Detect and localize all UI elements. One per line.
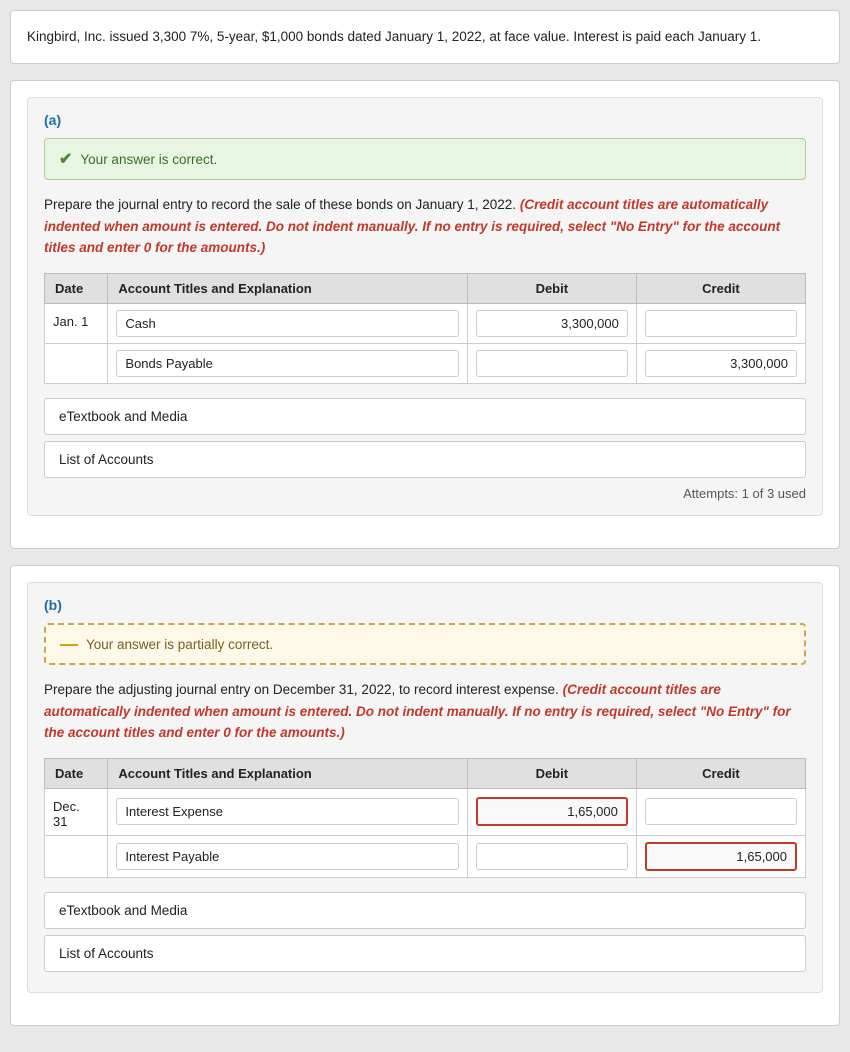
col-header-date-a: Date <box>45 274 108 304</box>
table-row: Dec.31 <box>45 788 806 835</box>
account2-cell-b <box>108 835 467 877</box>
account1-cell-a <box>108 304 467 344</box>
col-header-account-a: Account Titles and Explanation <box>108 274 467 304</box>
account1-input-a[interactable] <box>116 310 458 337</box>
section-a-label: (a) <box>44 112 806 128</box>
col-header-debit-a: Debit <box>467 274 636 304</box>
credit1-cell-b <box>636 788 805 835</box>
col-header-credit-a: Credit <box>636 274 805 304</box>
minus-icon: — <box>60 635 78 653</box>
list-of-accounts-button-a[interactable]: List of Accounts <box>44 441 806 478</box>
credit1-input-b[interactable] <box>645 798 797 825</box>
section-a-card: (a) ✔ Your answer is correct. Prepare th… <box>10 80 840 549</box>
credit1-input-a[interactable] <box>645 310 797 337</box>
account1-cell-b <box>108 788 467 835</box>
etextbook-button-b[interactable]: eTextbook and Media <box>44 892 806 929</box>
table-row <box>45 344 806 384</box>
instruction-plain-b: Prepare the adjusting journal entry on D… <box>44 682 559 697</box>
credit1-cell-a <box>636 304 805 344</box>
col-header-date-b: Date <box>45 758 108 788</box>
debit1-cell-a <box>467 304 636 344</box>
check-icon: ✔ <box>59 149 72 169</box>
date-cell-a: Jan. 1 <box>45 304 108 344</box>
date-cell-a2 <box>45 344 108 384</box>
debit1-cell-b <box>467 788 636 835</box>
col-header-credit-b: Credit <box>636 758 805 788</box>
section-b-content: (b) — Your answer is partially correct. … <box>27 582 823 993</box>
date-cell-b: Dec.31 <box>45 788 108 835</box>
etextbook-button-a[interactable]: eTextbook and Media <box>44 398 806 435</box>
col-header-account-b: Account Titles and Explanation <box>108 758 467 788</box>
credit2-input-a[interactable] <box>645 350 797 377</box>
section-a-instruction: Prepare the journal entry to record the … <box>44 194 806 259</box>
table-row <box>45 835 806 877</box>
debit1-input-b[interactable] <box>476 797 628 826</box>
table-row: Jan. 1 <box>45 304 806 344</box>
col-header-debit-b: Debit <box>467 758 636 788</box>
debit2-cell-a <box>467 344 636 384</box>
credit2-cell-a <box>636 344 805 384</box>
list-of-accounts-button-b[interactable]: List of Accounts <box>44 935 806 972</box>
problem-description: Kingbird, Inc. issued 3,300 7%, 5-year, … <box>27 27 823 47</box>
debit2-cell-b <box>467 835 636 877</box>
section-b-instruction: Prepare the adjusting journal entry on D… <box>44 679 806 744</box>
credit2-input-b[interactable] <box>645 842 797 871</box>
journal-table-a: Date Account Titles and Explanation Debi… <box>44 273 806 384</box>
answer-partial-text: Your answer is partially correct. <box>86 637 273 652</box>
credit2-cell-b <box>636 835 805 877</box>
debit1-input-a[interactable] <box>476 310 628 337</box>
debit2-input-a[interactable] <box>476 350 628 377</box>
account2-input-b[interactable] <box>116 843 458 870</box>
account1-input-b[interactable] <box>116 798 458 825</box>
section-b-card: (b) — Your answer is partially correct. … <box>10 565 840 1026</box>
debit2-input-b[interactable] <box>476 843 628 870</box>
instruction-plain-a: Prepare the journal entry to record the … <box>44 197 516 212</box>
section-b-label: (b) <box>44 597 806 613</box>
account2-input-a[interactable] <box>116 350 458 377</box>
journal-table-b: Date Account Titles and Explanation Debi… <box>44 758 806 878</box>
problem-card: Kingbird, Inc. issued 3,300 7%, 5-year, … <box>10 10 840 64</box>
section-a-content: (a) ✔ Your answer is correct. Prepare th… <box>27 97 823 516</box>
account2-cell-a <box>108 344 467 384</box>
date-cell-b2 <box>45 835 108 877</box>
answer-correct-banner: ✔ Your answer is correct. <box>44 138 806 180</box>
answer-partial-banner: — Your answer is partially correct. <box>44 623 806 665</box>
answer-correct-text: Your answer is correct. <box>80 152 217 167</box>
attempts-text-a: Attempts: 1 of 3 used <box>44 486 806 501</box>
